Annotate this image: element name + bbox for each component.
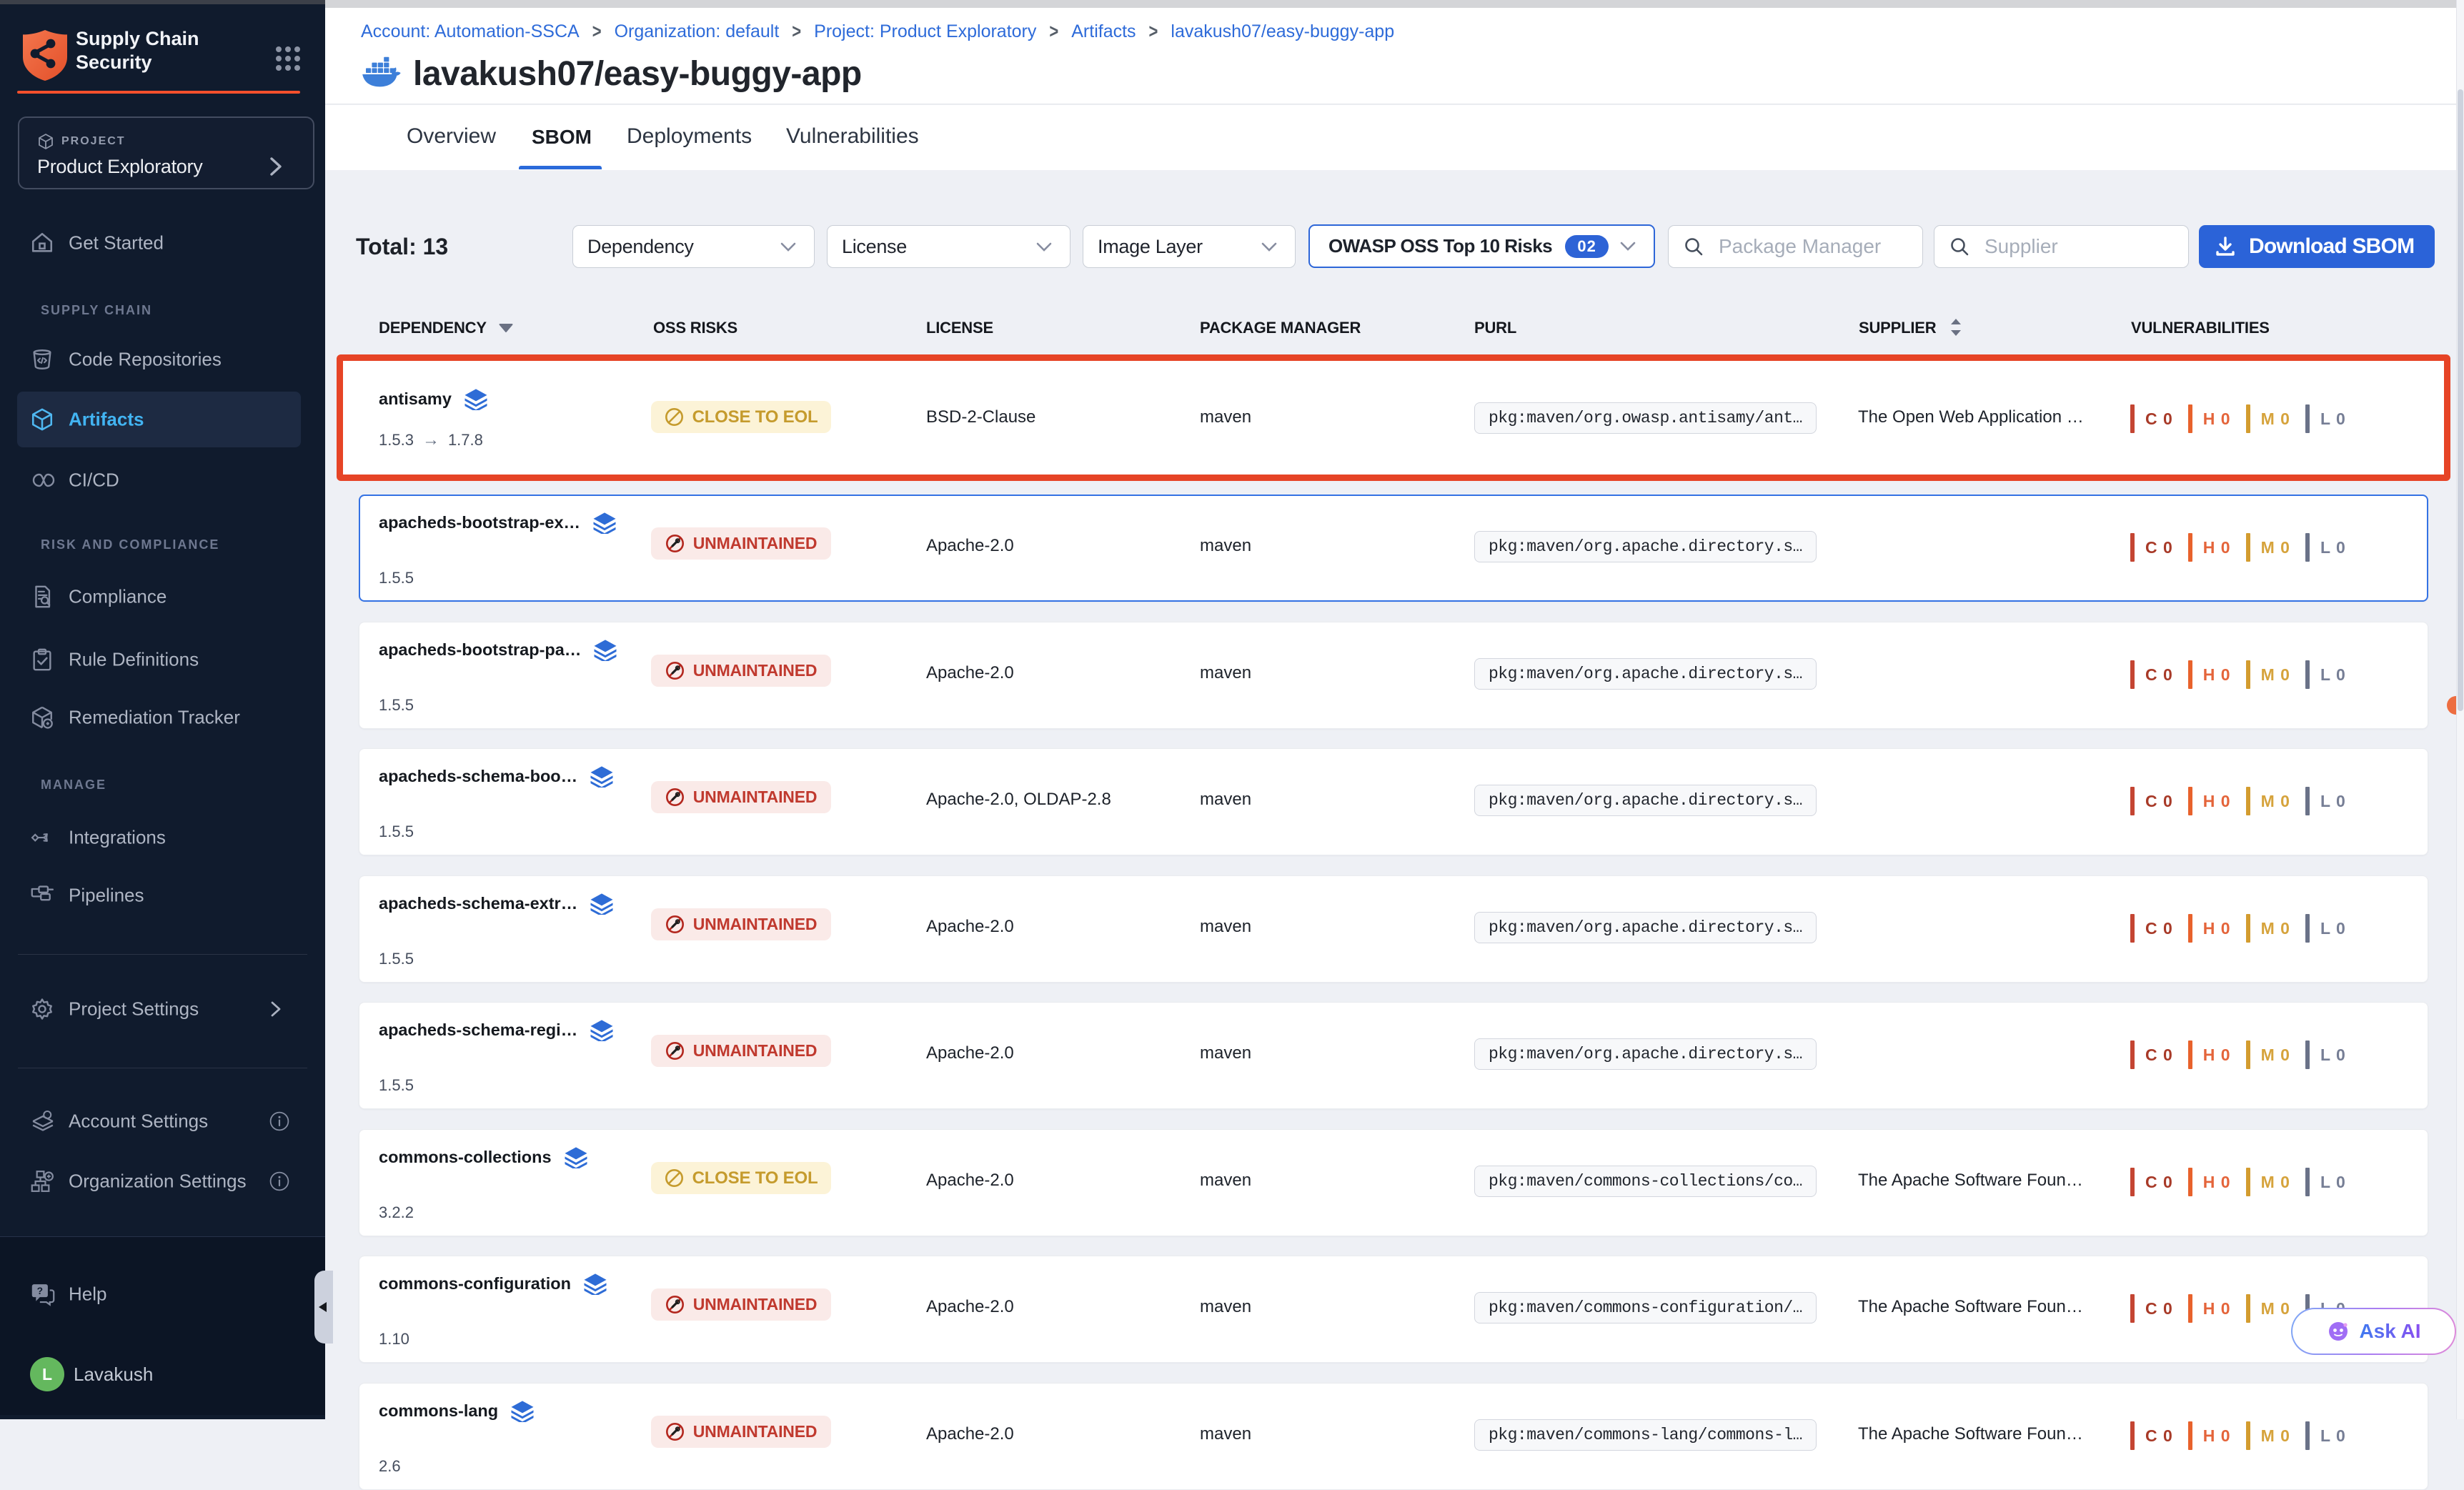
svg-text:?: ? bbox=[37, 1285, 43, 1296]
